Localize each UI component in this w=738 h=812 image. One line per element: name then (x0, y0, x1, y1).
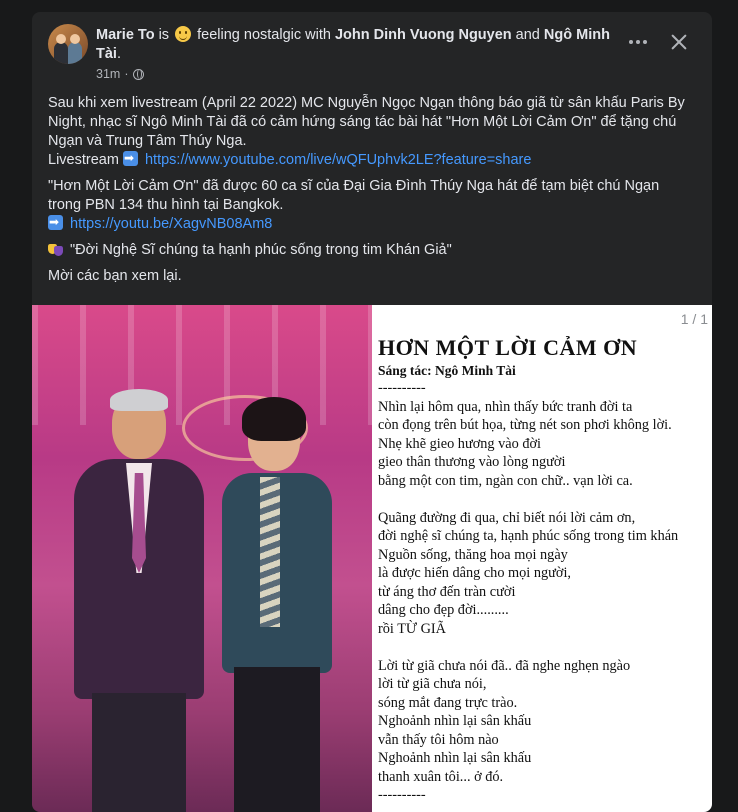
feeling-text: feeling nostalgic with (197, 27, 331, 43)
lyrics-line: vẫn thấy tôi hôm nào (378, 731, 499, 748)
post-time[interactable]: 31m (96, 67, 120, 81)
lyrics-line: từ áng thơ đến tràn cười (378, 583, 516, 600)
more-options-button[interactable] (624, 32, 652, 52)
post-card: Marie To is feeling nostalgic with John … (32, 12, 712, 812)
lyrics-sheet[interactable]: 1 / 1 HƠN MỘT LỜI CẢM ƠN Sáng tác: Ngô M… (372, 305, 712, 812)
avatar[interactable] (48, 24, 88, 64)
stage-photo[interactable] (32, 305, 372, 812)
lyrics-line: bằng một con tim, ngàn con chữ.. vạn lời… (378, 472, 633, 489)
lyrics-line: ---------- (378, 380, 426, 396)
close-icon[interactable] (668, 31, 690, 53)
lyrics-line: Lời từ giã chưa nói đã.. đã nghe nghẹn n… (378, 657, 631, 674)
post-media[interactable]: 1 / 1 HƠN MỘT LỜI CẢM ƠN Sáng tác: Ngô M… (32, 305, 712, 812)
post-headline: Marie To is feeling nostalgic with John … (96, 26, 616, 64)
lyrics-line: Nguồn sống, thăng hoa mọi ngày (378, 546, 568, 563)
lyrics-line: lời từ giã chưa nói, (378, 676, 487, 692)
time-separator: · (124, 67, 129, 81)
image-pager: 1 / 1 (672, 311, 712, 327)
lyrics-line: gieo thân thương vào lòng người (378, 454, 566, 470)
paragraph-2-text: "Hơn Một Lời Cảm Ơn" đã được 60 ca sĩ củ… (48, 178, 660, 213)
quote-text: "Đời Nghệ Sĩ chúng ta hạnh phúc sống tro… (70, 242, 452, 258)
globe-icon[interactable] (132, 68, 144, 80)
post-paragraph-2: "Hơn Một Lời Cảm Ơn" đã được 60 ca sĩ củ… (48, 177, 696, 234)
lyrics-line (378, 490, 678, 509)
post-meta: 31m · (96, 67, 144, 81)
tagged-person-1[interactable]: John Dinh Vuong Nguyen (335, 27, 512, 43)
man-figure (74, 389, 204, 812)
post-quote: "Đời Nghệ Sĩ chúng ta hạnh phúc sống tro… (48, 241, 696, 260)
post-closing: Mời các bạn xem lại. (48, 268, 182, 284)
lyrics-line: dâng cho đẹp đời......... (378, 602, 509, 618)
post-header: Marie To is feeling nostalgic with John … (32, 12, 712, 88)
and-text: and (515, 27, 540, 43)
is-text: is (158, 27, 170, 43)
lyrics-line: thanh xuân tôi... ở đó. (378, 768, 504, 785)
lyrics-title: HƠN MỘT LỜI CẢM ƠN (378, 335, 638, 360)
right-arrow-icon (122, 149, 138, 168)
lyrics-line (378, 638, 678, 657)
author-name[interactable]: Marie To (96, 27, 155, 43)
lyrics-line: là được hiến dâng cho mọi người, (378, 565, 572, 581)
performing-arts-icon (48, 242, 63, 257)
period: . (116, 46, 121, 62)
more-options-icon (629, 40, 633, 44)
lyrics-line: Quãng đường đi qua, chỉ biết nói lời cảm… (378, 509, 636, 526)
paragraph-1-text: Sau khi xem livestream (April 22 2022) M… (48, 95, 685, 149)
post-body: Sau khi xem livestream (April 22 2022) M… (48, 94, 696, 293)
lyrics-line: Nghoảnh nhìn lại sân khấu (378, 713, 532, 729)
lyrics-line: đời nghệ sĩ chúng ta, hạnh phúc sống tro… (378, 528, 679, 544)
right-arrow-icon (48, 213, 63, 232)
lyrics-line: Nhìn lại hôm qua, nhìn thấy bức tranh đờ… (378, 398, 633, 415)
lyrics-line: rồi TỪ GIÃ (378, 620, 447, 637)
lyrics-lines: ---------- Nhìn lại hôm qua, nhìn thấy bứ… (378, 379, 678, 805)
livestream-label: Livestream (48, 152, 119, 168)
post-paragraph-1: Sau khi xem livestream (April 22 2022) M… (48, 94, 696, 170)
lyrics-author: Sáng tác: Ngô Minh Tài (378, 363, 516, 378)
lyrics-line: sóng mắt đang trực trào. (378, 694, 518, 711)
youtube-short-link[interactable]: https://youtu.be/XagvNB08Am8 (70, 216, 272, 232)
woman-figure (222, 397, 332, 812)
livestream-link[interactable]: https://www.youtube.com/live/wQFUphvk2LE… (145, 152, 531, 168)
lyrics-line: Nghoảnh nhìn lại sân khấu (378, 750, 532, 766)
lyrics-line: còn đọng trên bút họa, từng nét son phơi… (378, 417, 672, 433)
smiling-face-icon (175, 26, 192, 42)
lyrics-line: Nhẹ khẽ gieo hương vào đời (378, 435, 542, 452)
